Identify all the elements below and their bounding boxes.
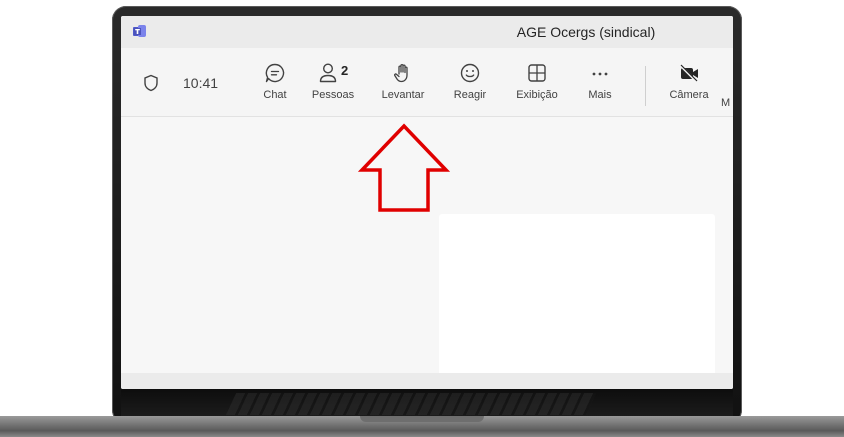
raise-hand-icon [394,63,408,83]
more-label: Mais [588,89,612,101]
toolbar-divider [645,66,646,106]
camera-button[interactable]: Câmera [661,62,717,110]
grid-view-icon [528,64,546,82]
view-label: Exibição [516,89,558,101]
people-label: Pessoas [311,89,355,101]
title-bar: AGE Ocergs (sindical) [121,16,733,48]
people-button[interactable]: 2 Pessoas [305,62,361,110]
more-icon [592,72,608,76]
react-button[interactable]: Reagir [442,62,498,110]
react-label: Reagir [453,89,487,101]
laptop-base-notch [360,416,484,422]
teams-logo-icon [133,25,146,37]
window-title: AGE Ocergs (sindical) [516,24,656,40]
more-button[interactable]: Mais [572,62,628,110]
chat-label: Chat [263,89,287,101]
meeting-toolbar: 10:41 Chat 2 Pessoas Levantar Reagir Exi… [121,48,733,117]
people-icon [319,63,337,83]
screen-bottom-bar [121,373,733,389]
camera-label: Câmera [669,89,709,101]
smiley-icon [460,63,480,83]
mic-label-clipped: M [721,97,731,109]
camera-off-icon [679,64,698,83]
chat-icon [265,63,285,83]
video-tile[interactable] [439,214,715,384]
view-button[interactable]: Exibição [509,62,565,110]
laptop-keyboard [121,389,733,417]
keyboard-keys [225,393,597,415]
raise-hand-button[interactable]: Levantar [375,62,431,110]
raise-hand-label: Levantar [381,89,425,101]
chat-button[interactable]: Chat [247,62,303,110]
people-count: 2 [341,63,349,78]
shield-icon[interactable] [143,74,159,92]
meeting-timer: 10:41 [183,75,219,91]
red-arrow-annotation [358,123,450,212]
